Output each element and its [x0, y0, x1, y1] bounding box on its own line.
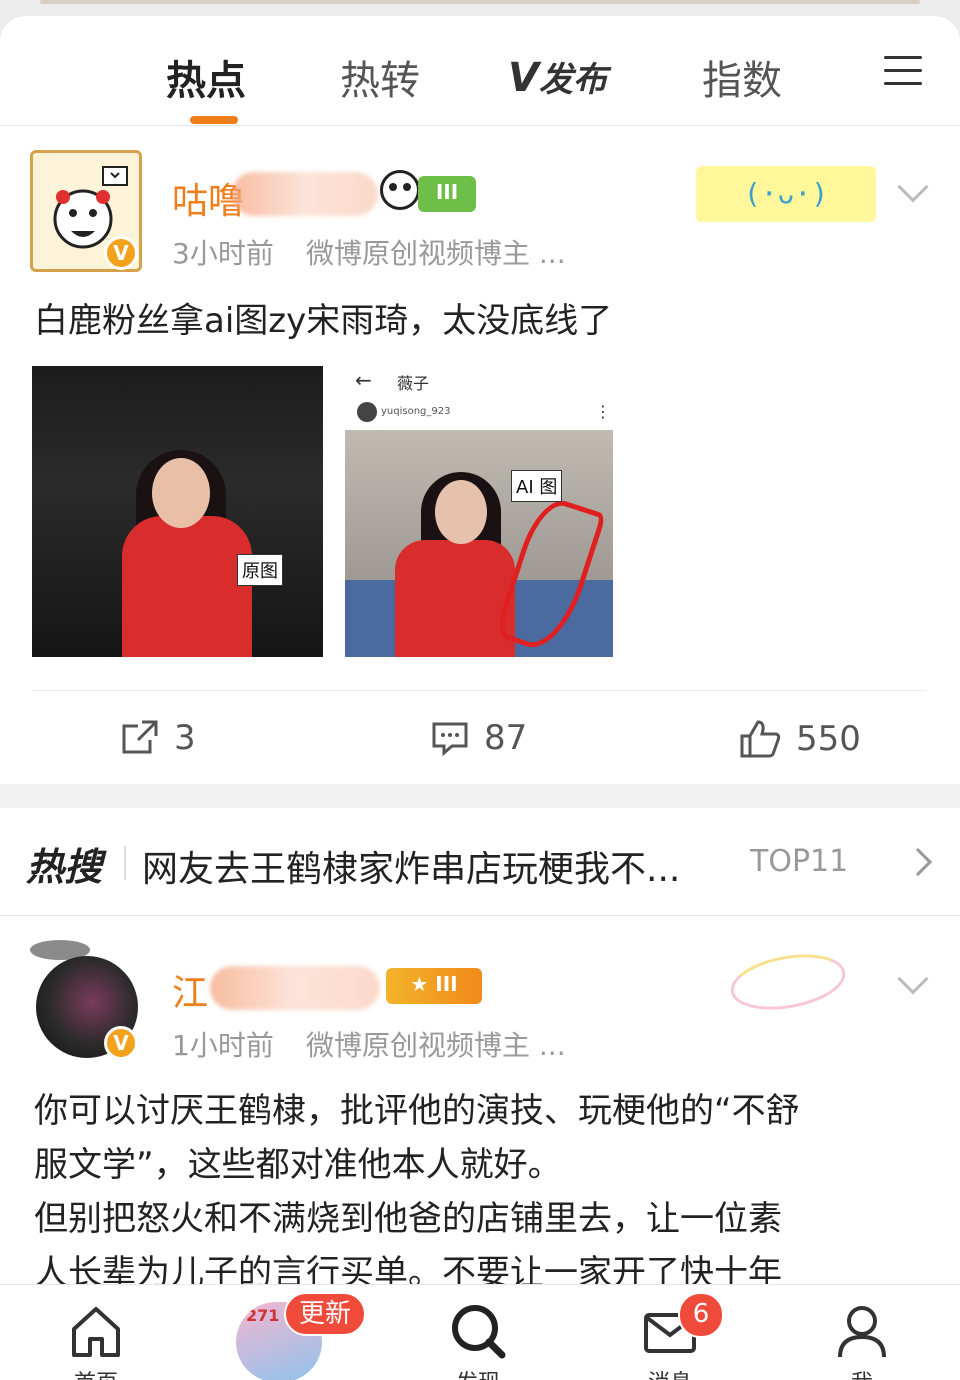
repost-count: 3 [174, 718, 196, 758]
hot-search-rank: TOP11 [750, 844, 849, 879]
publish-logo-icon: V [508, 55, 539, 101]
tab-hot-repost[interactable]: 热转 [340, 48, 420, 106]
hot-search-row[interactable]: 热搜 网友去王鹤棣家炸串店玩梗我不... TOP11 [0, 808, 960, 916]
decoration-ring [726, 946, 850, 1018]
tab-publish-label: 发布 [538, 60, 607, 100]
post-image-1[interactable]: 原图 [32, 366, 323, 657]
nav-discover-label: 发现 [438, 1365, 518, 1380]
level-badge: III [418, 176, 476, 212]
post-text-line: 但别把怒火和不满烧到他爸的店铺里去，让一位素 [34, 1199, 782, 1239]
tab-hot[interactable]: 热点 [166, 48, 246, 106]
top-strip [40, 0, 920, 4]
image-account: yuqisong_923 [381, 406, 451, 417]
image-photo: AI 图 [345, 430, 613, 657]
more-icon: ⋮ [595, 402, 611, 421]
separator [124, 846, 126, 880]
post-image-2[interactable]: ← 薇子 yuqisong_923 ⋮ AI 图 [345, 366, 623, 657]
comment-icon [432, 722, 468, 757]
like-icon [740, 720, 781, 758]
top-tabs: 热点 热转 V发布 指数 [0, 16, 960, 126]
user-icon [838, 1306, 886, 1358]
image-label: AI 图 [511, 470, 563, 502]
chevron-down-icon[interactable] [897, 963, 929, 995]
crown-icon: ★ [410, 972, 436, 996]
active-tab-indicator [190, 116, 238, 124]
avatar [357, 402, 377, 422]
feed-card: 热点 热转 V发布 指数 V 咕噜 III 3小时前 微博原创视频博主 ... … [0, 16, 960, 1284]
post-time: 3小时前 [172, 237, 274, 270]
username-blur [232, 172, 378, 216]
chevron-right-icon [903, 847, 933, 877]
repost-button[interactable]: 3 [120, 718, 196, 758]
panda-icon [380, 170, 420, 210]
hot-search-text: 网友去王鹤棣家炸串店玩梗我不... [142, 849, 681, 890]
post-text-line: 你可以讨厌王鹤棣，批评他的演技、玩梗他的“不舒 [34, 1091, 800, 1131]
bottom-nav: 首页 发现 消息 我 [0, 1284, 960, 1380]
username[interactable]: 江 [172, 964, 208, 1016]
divider [32, 690, 926, 691]
image-label: 原图 [237, 554, 283, 586]
like-count: 550 [796, 719, 861, 759]
post-text: 白鹿粉丝拿ai图zy宋雨琦，太没底线了 [34, 301, 613, 341]
repost-icon [122, 720, 158, 754]
message-badge: 6 [678, 1292, 724, 1338]
post-text-line: 服文学”，这些都对准他本人就好。 [34, 1145, 562, 1185]
comment-count: 87 [484, 718, 528, 758]
nav-me[interactable] [822, 1301, 902, 1365]
like-button[interactable]: 550 [738, 718, 861, 760]
verified-badge-icon: V [104, 1026, 138, 1060]
nav-messages-label: 消息 [630, 1365, 710, 1380]
post-source: 微博原创视频博主 ... [306, 237, 566, 270]
thumb-number: 271 [246, 1306, 280, 1325]
verified-badge-icon: V [104, 236, 138, 270]
search-icon [452, 1305, 506, 1359]
nav-home-label: 首页 [56, 1365, 136, 1380]
nav-me-label: 我 [822, 1365, 902, 1380]
level-badge: ★ III [386, 968, 482, 1004]
nav-discover[interactable] [438, 1301, 518, 1365]
username-blur [210, 966, 380, 1010]
update-badge: 更新 [284, 1292, 366, 1336]
decoration-badge: (·ᴗ·) [696, 166, 876, 222]
menu-icon[interactable] [884, 56, 922, 88]
hot-search-logo: 热搜 [26, 845, 103, 889]
home-icon [72, 1307, 120, 1357]
tab-index[interactable]: 指数 [702, 48, 782, 106]
image-title: 薇子 [397, 374, 430, 393]
chevron-down-icon[interactable] [897, 171, 929, 203]
nav-home[interactable] [56, 1301, 136, 1365]
section-gap [0, 784, 960, 808]
level-badge-label: III [435, 972, 458, 996]
post-time: 1小时前 [172, 1029, 274, 1062]
tab-publish[interactable]: V发布 [508, 52, 607, 101]
post-text-line: 人长辈为儿子的言行买单。不要让一家开了快十年 [34, 1253, 782, 1284]
post-source: 微博原创视频博主 ... [306, 1029, 566, 1062]
back-arrow-icon: ← [355, 368, 372, 392]
comment-button[interactable]: 87 [430, 718, 527, 758]
